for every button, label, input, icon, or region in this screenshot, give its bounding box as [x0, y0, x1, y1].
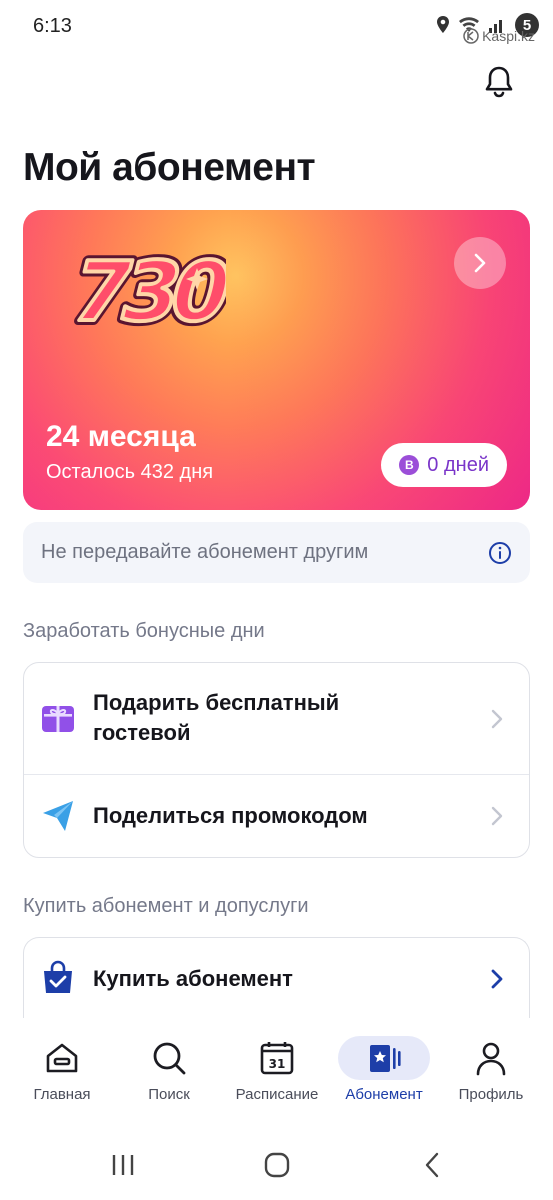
nav-membership-label: Абонемент [345, 1086, 423, 1103]
system-navigation-bar [0, 1128, 553, 1200]
nav-home-label: Главная [33, 1086, 91, 1103]
svg-text:730: 730 [62, 244, 226, 340]
transfer-notice: Не передавайте абонемент другим [23, 522, 530, 583]
gift-icon [42, 706, 74, 732]
brand-logo: 730 730 [51, 239, 242, 350]
back-icon[interactable] [418, 1150, 448, 1180]
search-icon [153, 1042, 186, 1075]
bonus-days-badge[interactable]: B 0 дней [381, 443, 507, 487]
calendar-icon: 31 [260, 1042, 294, 1075]
location-icon [437, 16, 449, 33]
status-bar: 6:13 5 Kaspi.kz [0, 0, 553, 52]
shopping-bag-icon [44, 960, 72, 993]
chevron-right-icon [491, 969, 503, 989]
notifications-bell-icon[interactable] [481, 64, 517, 100]
chevron-right-icon [474, 253, 486, 273]
buy-membership-label: Купить абонемент [93, 966, 293, 991]
paper-plane-icon [43, 801, 73, 831]
gift-guest-label-line2: гостевой [93, 720, 191, 745]
membership-period: 24 месяца [46, 420, 196, 453]
card-open-button[interactable] [454, 237, 506, 289]
watermark-text: Kaspi.kz [482, 28, 535, 44]
membership-remaining: Осталось 432 дня [46, 461, 214, 483]
earn-section-title: Заработать бонусные дни [23, 620, 265, 642]
buy-section-title: Купить абонемент и допуслуги [23, 895, 309, 917]
nav-search-icon-wrap [123, 1036, 215, 1080]
page-title: Мой абонемент [23, 146, 316, 189]
nav-schedule-icon-wrap: 31 [231, 1036, 323, 1080]
gift-guest-label-line1: Подарить бесплатный [93, 690, 340, 715]
bonus-icon: B [399, 455, 420, 475]
home-button-icon[interactable] [262, 1150, 292, 1180]
nav-search[interactable]: Поиск [114, 1036, 224, 1103]
nav-search-label: Поиск [148, 1086, 190, 1103]
chevron-right-icon [491, 709, 503, 729]
info-icon[interactable] [488, 541, 512, 565]
kaspi-logo-icon [463, 28, 479, 44]
recent-apps-icon[interactable] [108, 1150, 138, 1180]
home-icon [46, 1043, 78, 1073]
membership-card[interactable]: 730 730 24 месяца Осталось 432 дня B 0 д… [23, 210, 530, 510]
membership-card-icon [370, 1045, 401, 1072]
nav-schedule-label: Расписание [235, 1086, 319, 1103]
notice-text: Не передавайте абонемент другим [41, 541, 369, 563]
nav-membership[interactable]: Абонемент [329, 1036, 439, 1103]
nav-membership-icon-wrap [338, 1036, 430, 1080]
gift-guest-label: Подарить бесплатный гостевой [93, 688, 339, 748]
nav-home[interactable]: Главная [7, 1036, 117, 1103]
chevron-right-icon [491, 806, 503, 826]
bonus-days-label: 0 дней [427, 453, 489, 476]
gift-guest-item[interactable]: Подарить бесплатный гостевой [24, 663, 529, 774]
share-promocode-item[interactable]: Поделиться промокодом [24, 775, 529, 857]
nav-profile[interactable]: Профиль [436, 1036, 546, 1103]
calendar-day: 31 [269, 1057, 286, 1071]
profile-icon [476, 1042, 506, 1076]
nav-schedule[interactable]: 31 Расписание [222, 1036, 332, 1103]
status-time: 6:13 [33, 15, 72, 37]
watermark: Kaspi.kz [463, 28, 535, 44]
bottom-navigation: Главная Поиск 31 Расписание Абонемент Пр… [0, 1018, 553, 1128]
nav-profile-icon-wrap [445, 1036, 537, 1080]
share-promocode-label: Поделиться промокодом [93, 803, 368, 828]
nav-profile-label: Профиль [458, 1086, 524, 1103]
nav-home-icon-wrap [16, 1036, 108, 1080]
earn-bonus-list: Подарить бесплатный гостевой Поделиться … [23, 662, 530, 858]
buy-membership-item[interactable]: Купить абонемент [24, 938, 529, 1020]
